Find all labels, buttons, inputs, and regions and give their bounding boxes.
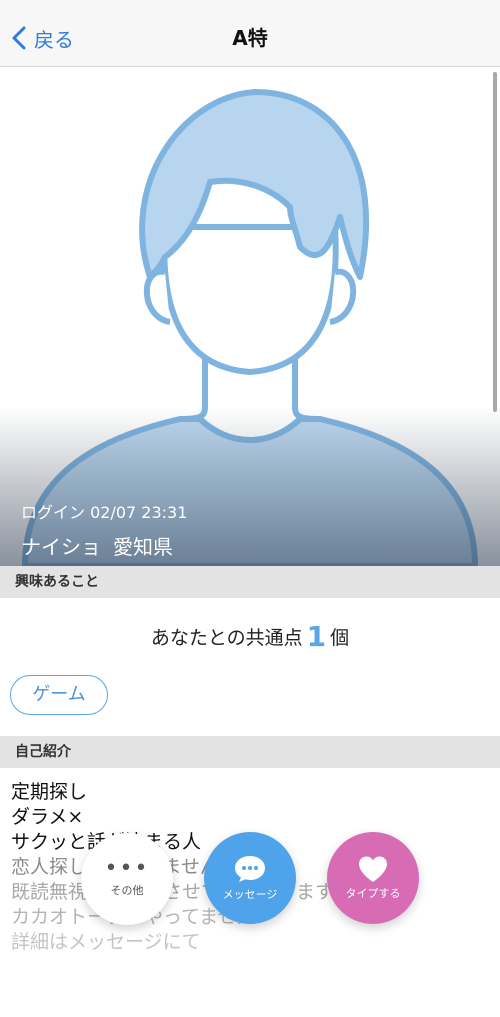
heart-icon <box>359 856 387 882</box>
chat-bubble-icon <box>235 856 265 882</box>
intro-line: 詳細はメッセージにて <box>11 931 201 953</box>
common-points-text: あなたとの共通点 1 個 <box>0 620 500 653</box>
intro-section-header: 自己紹介 <box>0 736 500 768</box>
scrollbar[interactable] <box>493 72 497 412</box>
message-button[interactable]: メッセージ <box>204 832 296 924</box>
content-fade <box>0 960 500 1017</box>
common-prefix: あなたとの共通点 <box>150 627 303 649</box>
navigation-bar: 戻る A特 <box>0 0 500 67</box>
like-button[interactable]: タイプする <box>327 832 419 924</box>
other-button[interactable]: ••• その他 <box>81 833 173 925</box>
common-count: 1 <box>306 620 327 653</box>
user-location: 愛知県 <box>113 535 173 559</box>
common-suffix: 個 <box>330 627 350 649</box>
page-title: A特 <box>232 26 268 50</box>
profile-photo[interactable]: ログイン 02/07 23:31 ナイショ 愛知県 <box>0 67 500 566</box>
user-name: ナイショ <box>21 535 101 559</box>
interests-section-header: 興味あること <box>0 566 500 598</box>
name-location-row: ナイショ 愛知県 <box>21 531 173 560</box>
interest-tag-game[interactable]: ゲーム <box>10 675 108 715</box>
other-label: その他 <box>110 884 144 897</box>
intro-line: 定期探し <box>11 781 88 803</box>
message-label: メッセージ <box>222 888 278 901</box>
last-login-text: ログイン 02/07 23:31 <box>21 503 188 522</box>
intro-line: ダラメ× <box>11 806 84 828</box>
like-label: タイプする <box>345 887 401 900</box>
more-dots-icon: ••• <box>104 856 150 881</box>
